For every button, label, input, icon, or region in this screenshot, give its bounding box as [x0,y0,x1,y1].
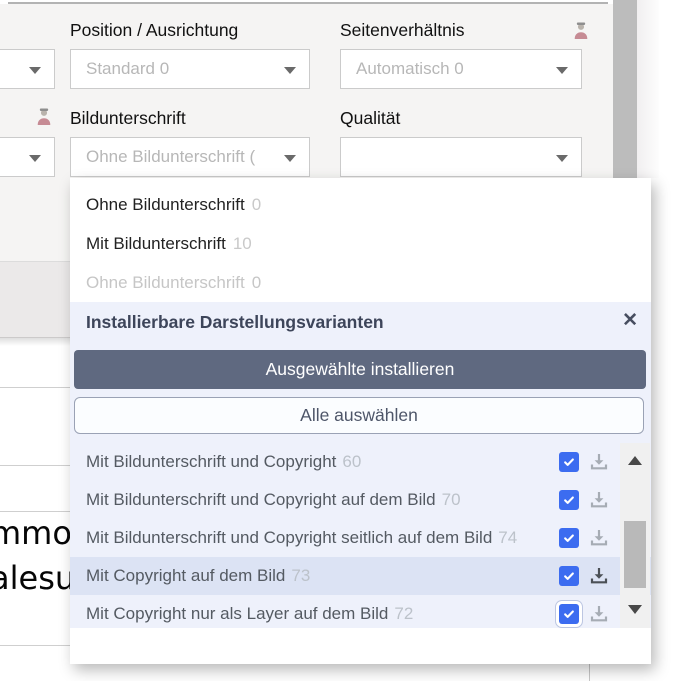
select-all-button[interactable]: Alle auswählen [74,397,644,434]
variant-label: Mit Copyright nur als Layer auf dem Bild [86,604,389,623]
checkbox-checked[interactable] [559,566,579,586]
install-selected-label: Ausgewählte installieren [265,359,455,379]
variant-count: 74 [498,528,518,547]
download-icon[interactable] [588,565,610,587]
page-right-margin [637,0,659,178]
close-icon[interactable]: ✕ [622,309,638,332]
download-icon[interactable] [588,451,610,473]
download-icon[interactable] [588,527,610,549]
option-label: Ohne Bildunterschrift [86,272,245,292]
select-all-label: Alle auswählen [300,405,418,425]
variant-row[interactable]: Mit Bildunterschrift und Copyright 60 [70,443,651,481]
variant-count: 70 [441,490,461,509]
label-position-ausrichtung: Position / Ausrichtung [70,20,239,40]
variant-list: Mit Bildunterschrift und Copyright 60 Mit… [70,443,651,628]
variant-row[interactable]: Mit Copyright nur als Layer auf dem Bild… [70,595,651,628]
dropdown-option[interactable]: Mit Bildunterschrift 10 [70,224,651,263]
variant-count: 73 [291,566,311,585]
download-icon[interactable] [588,603,610,625]
chevron-down-icon [284,155,296,162]
position-select-value: Standard 0 [86,59,170,78]
chevron-down-icon [556,155,568,162]
background-divider [0,387,70,388]
qualitaet-select[interactable] [340,137,582,177]
dropdown-option-disabled: Ohne Bildunterschrift 0 [70,263,651,302]
truncated-select-left-1[interactable] [0,49,55,89]
seitenverhaeltnis-select-value: Automatisch 0 [356,59,464,78]
option-count: 0 [251,272,262,292]
screenshot-root: mmo alesu Position / Ausrichtung Seitenv… [0,0,680,681]
variant-count: 72 [394,604,414,623]
user-lock-icon [37,108,51,125]
page-scrollbar-track[interactable] [613,0,637,178]
bildunterschrift-dropdown-panel: Ohne Bildunterschrift 0 Mit Bilduntersch… [70,178,651,664]
option-label: Mit Bildunterschrift [86,233,226,253]
installer-title: Installierbare Darstellungsvarianten [86,312,384,332]
label-seitenverhaeltnis: Seitenverhältnis [340,20,465,40]
bildunterschrift-select[interactable]: Ohne Bildunterschrift ( [70,137,310,177]
background-divider [0,465,70,466]
checkbox-checked[interactable] [559,490,579,510]
chevron-down-icon [29,155,41,162]
dropdown-option[interactable]: Ohne Bildunterschrift 0 [70,185,651,224]
variant-label: Mit Copyright auf dem Bild [86,566,286,585]
background-vertical-line [589,664,590,681]
truncated-select-left-2[interactable] [0,137,55,177]
download-icon[interactable] [588,489,610,511]
chevron-down-icon [29,67,41,74]
bildunterschrift-select-value: Ohne Bildunterschrift ( [86,147,256,166]
checkbox-checked[interactable] [559,452,579,472]
variant-count: 60 [342,452,362,471]
chevron-down-icon [556,67,568,74]
install-selected-button[interactable]: Ausgewählte installieren [74,350,646,389]
variant-label: Mit Bildunterschrift und Copyright seitl… [86,528,493,547]
installer-section: Installierbare Darstellungsvarianten ✕ A… [70,302,651,628]
background-divider [0,511,70,512]
scroll-down-icon[interactable] [628,605,642,614]
chevron-down-icon [284,67,296,74]
background-text-fragment: mmo [0,514,72,552]
label-qualitaet: Qualität [340,108,401,128]
variant-row[interactable]: Mit Bildunterschrift und Copyright seitl… [70,519,651,557]
variant-row-highlighted[interactable]: Mit Copyright auf dem Bild 73 [70,557,651,595]
checkbox-checked[interactable] [559,528,579,548]
scrollbar-thumb[interactable] [624,521,646,588]
user-lock-icon [574,22,588,39]
label-bildunterschrift: Bildunterschrift [70,108,186,128]
variant-row[interactable]: Mit Bildunterschrift und Copyright auf d… [70,481,651,519]
checkbox-checked-focused[interactable] [559,604,579,624]
list-scrollbar[interactable] [620,443,650,628]
scroll-up-icon[interactable] [628,456,642,465]
position-select[interactable]: Standard 0 [70,49,310,89]
option-label: Ohne Bildunterschrift [86,194,245,214]
seitenverhaeltnis-select[interactable]: Automatisch 0 [340,49,582,89]
background-text-fragment: alesu [0,559,76,597]
variant-label: Mit Bildunterschrift und Copyright [86,452,337,471]
variant-label: Mit Bildunterschrift und Copyright auf d… [86,490,436,509]
background-divider [0,645,70,646]
option-count: 10 [232,233,252,253]
option-count: 0 [251,194,262,214]
